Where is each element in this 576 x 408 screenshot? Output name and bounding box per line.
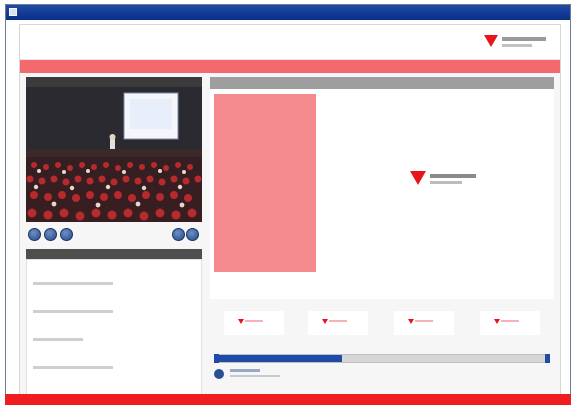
window-titlebar[interactable] xyxy=(6,5,570,20)
slide-thumbnail[interactable] xyxy=(480,311,540,335)
info-value-4 xyxy=(33,366,113,369)
slide-thumbnail[interactable] xyxy=(394,311,454,335)
current-slide-indicator[interactable] xyxy=(214,367,414,385)
slide-logo-tagline xyxy=(430,181,462,184)
slide-viewer xyxy=(210,89,554,299)
brand-mark-icon xyxy=(494,319,500,324)
slide-thumbnails xyxy=(210,305,554,345)
logo-wordmark xyxy=(502,37,546,41)
info-value-3 xyxy=(33,338,83,341)
subheader-bar xyxy=(20,60,560,73)
info-value-1 xyxy=(33,282,113,285)
info-panel xyxy=(26,259,202,395)
stop-button[interactable] xyxy=(60,228,73,241)
progress-start-cap[interactable] xyxy=(214,354,219,363)
info-value-2 xyxy=(33,310,113,313)
header xyxy=(20,25,560,60)
brand-mark-icon xyxy=(322,319,328,324)
rewind-button[interactable] xyxy=(28,228,41,241)
current-slide-subtitle xyxy=(230,375,280,377)
video-frame xyxy=(26,87,202,222)
video-player[interactable] xyxy=(26,87,202,222)
slide-logo xyxy=(410,171,482,197)
next-slide-button[interactable] xyxy=(186,228,199,241)
app-icon xyxy=(9,8,17,16)
previous-slide-button[interactable] xyxy=(172,228,185,241)
brand-mark-icon xyxy=(484,35,498,47)
presentation-frame xyxy=(19,24,561,404)
progress-end-cap[interactable] xyxy=(545,354,550,363)
brand-mark-icon xyxy=(408,319,414,324)
slide-logo-wordmark xyxy=(430,174,476,178)
footer-bar xyxy=(5,394,571,405)
brand-mark-icon xyxy=(410,171,426,185)
slide-side-panel xyxy=(214,94,316,272)
slide-thumbnail[interactable] xyxy=(224,311,284,335)
right-column xyxy=(210,77,554,395)
slide-thumbnail[interactable] xyxy=(308,311,368,335)
play-button[interactable] xyxy=(44,228,57,241)
video-controls xyxy=(26,225,202,245)
left-column xyxy=(26,77,202,395)
slides-header xyxy=(210,77,554,89)
brand-mark-icon xyxy=(238,319,244,324)
logo-tagline xyxy=(502,44,532,47)
info-tabs xyxy=(26,249,202,259)
brand-logo xyxy=(484,33,550,53)
slide-bullet-icon xyxy=(214,369,224,379)
video-header xyxy=(26,77,202,87)
progress-fill xyxy=(215,355,342,362)
current-slide-title xyxy=(230,369,260,372)
slide-progress-bar[interactable] xyxy=(214,354,550,363)
